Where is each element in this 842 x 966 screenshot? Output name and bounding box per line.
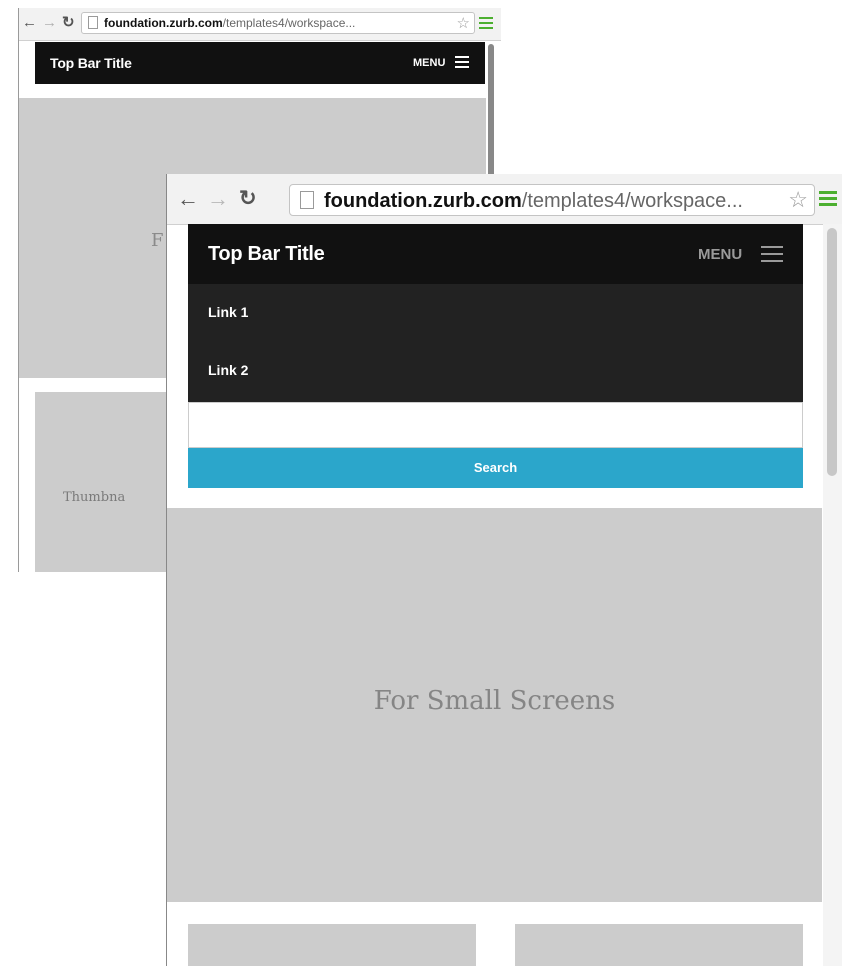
page-icon bbox=[88, 16, 98, 29]
dropdown-link-1[interactable]: Link 1 bbox=[208, 304, 248, 320]
menu-toggle-label[interactable]: MENU bbox=[698, 246, 742, 263]
top-bar: Top Bar Title MENU bbox=[188, 224, 803, 284]
url-path: /templates4/workspace... bbox=[521, 190, 743, 212]
scrollbar-thumb[interactable] bbox=[827, 228, 837, 476]
front-browser-window: ← → ↻ foundation.zurb.com/templates4/wor… bbox=[166, 174, 842, 966]
scrollbar-thumb[interactable] bbox=[488, 44, 494, 184]
page-icon bbox=[300, 191, 314, 209]
thumbnail-placeholder bbox=[188, 924, 476, 966]
thumbnail-text: Thumbna bbox=[63, 490, 126, 505]
hamburger-icon[interactable] bbox=[761, 246, 783, 267]
url-host: foundation.zurb.com bbox=[324, 190, 522, 212]
top-bar: Top Bar Title MENU bbox=[35, 42, 485, 84]
url-host: foundation.zurb.com bbox=[104, 16, 223, 30]
url-path: /templates4/workspace... bbox=[222, 16, 356, 30]
forward-arrow-icon[interactable]: → bbox=[42, 14, 57, 32]
hero-text: F bbox=[151, 230, 164, 251]
chrome-menu-icon[interactable] bbox=[479, 17, 493, 32]
top-bar-dropdown: Link 1 Link 2 bbox=[188, 284, 803, 402]
top-bar-title[interactable]: Top Bar Title bbox=[50, 55, 132, 71]
url-text: foundation.zurb.com/templates4/workspace… bbox=[324, 189, 743, 213]
chrome-menu-icon[interactable] bbox=[819, 191, 837, 209]
bookmark-star-icon[interactable]: ☆ bbox=[788, 187, 808, 213]
search-input[interactable] bbox=[188, 402, 803, 448]
search-button[interactable]: Search bbox=[188, 448, 803, 488]
browser-toolbar: ← → ↻ foundation.zurb.com/templates4/wor… bbox=[167, 174, 842, 225]
back-arrow-icon[interactable]: ← bbox=[22, 14, 37, 32]
reload-icon[interactable]: ↻ bbox=[62, 14, 75, 32]
url-text: foundation.zurb.com/templates4/workspace… bbox=[104, 16, 355, 31]
dropdown-link-2[interactable]: Link 2 bbox=[208, 362, 248, 378]
forward-arrow-icon[interactable]: → bbox=[207, 187, 229, 211]
back-arrow-icon[interactable]: ← bbox=[177, 187, 199, 211]
address-bar[interactable]: foundation.zurb.com/templates4/workspace… bbox=[81, 12, 475, 34]
top-bar-title[interactable]: Top Bar Title bbox=[208, 243, 325, 266]
menu-toggle-label[interactable]: MENU bbox=[413, 57, 445, 69]
reload-icon[interactable]: ↻ bbox=[239, 187, 257, 211]
browser-toolbar: ← → ↻ foundation.zurb.com/templates4/wor… bbox=[19, 8, 501, 41]
bookmark-star-icon[interactable]: ☆ bbox=[457, 14, 470, 32]
hero-text: For Small Screens bbox=[373, 686, 616, 716]
thumbnail-placeholder bbox=[515, 924, 803, 966]
hamburger-icon[interactable] bbox=[455, 56, 469, 71]
hero-placeholder: For Small Screens bbox=[167, 508, 822, 902]
address-bar[interactable]: foundation.zurb.com/templates4/workspace… bbox=[289, 184, 815, 216]
